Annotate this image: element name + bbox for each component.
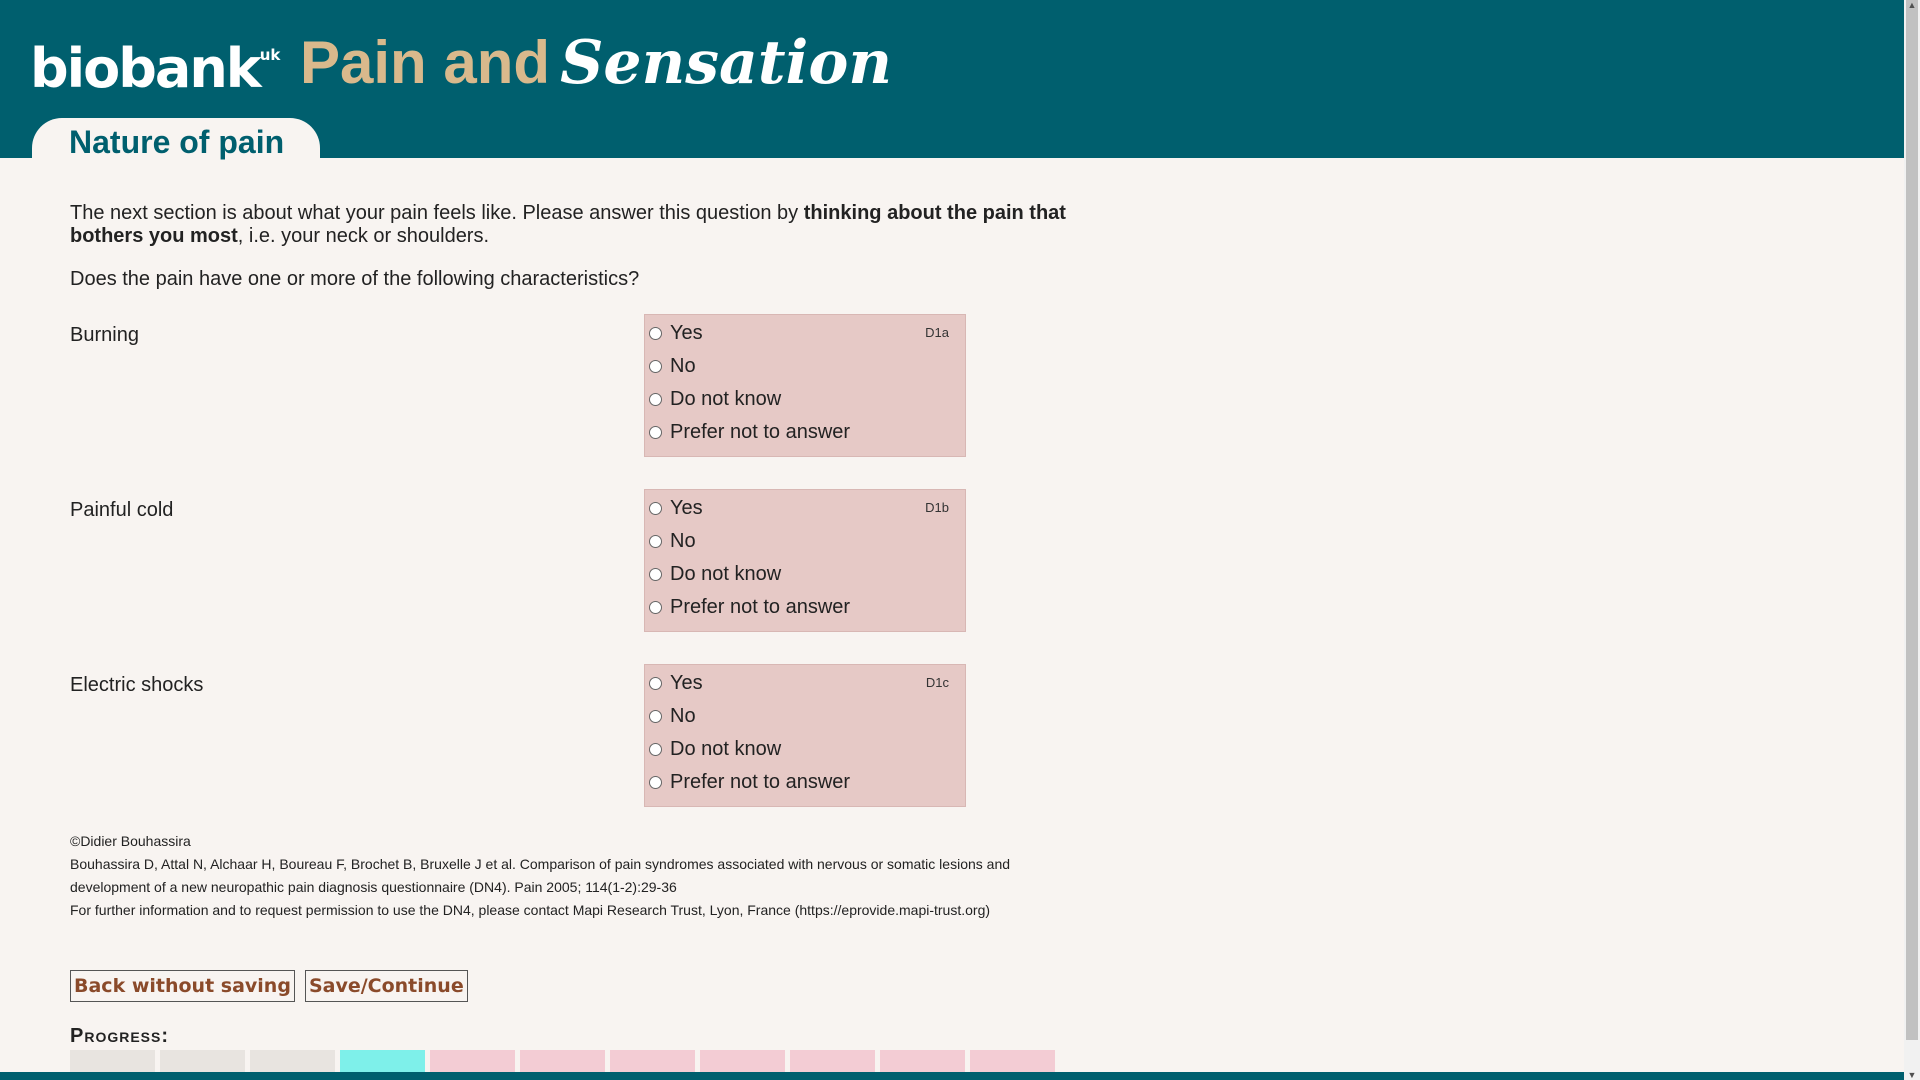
radio-button-icon[interactable] bbox=[649, 676, 662, 690]
option-label: Yes bbox=[670, 496, 703, 519]
option-label: No bbox=[670, 529, 696, 552]
progress-segment bbox=[700, 1050, 785, 1074]
action-buttons: Back without saving Save/Continue bbox=[70, 970, 468, 1002]
option-label: Prefer not to answer bbox=[670, 770, 851, 793]
option-label: Yes bbox=[670, 321, 703, 344]
radio-button-icon[interactable] bbox=[649, 742, 662, 756]
progress-label: Progress: bbox=[70, 1025, 170, 1047]
option-label: No bbox=[670, 354, 696, 377]
answer-option[interactable]: Do not know bbox=[649, 734, 781, 764]
answer-option[interactable]: Prefer not to answer bbox=[649, 767, 850, 797]
answer-option[interactable]: Do not know bbox=[649, 559, 781, 589]
radio-button-icon[interactable] bbox=[649, 534, 662, 548]
progress-segment bbox=[70, 1050, 155, 1074]
radio-button-icon[interactable] bbox=[649, 775, 662, 789]
app-header: biobankuk Pain and Sensation Nature of pa… bbox=[0, 0, 1904, 160]
save-continue-button[interactable]: Save/Continue bbox=[304, 970, 468, 1002]
progress-segment bbox=[970, 1050, 1055, 1074]
answer-option[interactable]: Prefer not to answer bbox=[649, 417, 850, 447]
question-label: Burning bbox=[70, 324, 139, 346]
radio-button-icon[interactable] bbox=[649, 326, 662, 340]
question-text: Does the pain have one or more of the fo… bbox=[70, 268, 640, 290]
radio-button-icon[interactable] bbox=[649, 392, 662, 406]
vertical-scrollbar[interactable]: ▲ ▼ bbox=[1904, 0, 1920, 1080]
question-label: Painful cold bbox=[70, 499, 174, 521]
app-title: Pain and Sensation bbox=[300, 28, 892, 98]
radio-button-icon[interactable] bbox=[649, 501, 662, 515]
copyright-credits: ©Didier Bouhassira Bouhassira D, Attal N… bbox=[70, 833, 1011, 918]
progress-segment bbox=[430, 1050, 515, 1074]
radio-button-icon[interactable] bbox=[649, 709, 662, 723]
answer-option[interactable]: No bbox=[649, 701, 696, 731]
answer-option[interactable]: No bbox=[649, 526, 696, 556]
footer-bar bbox=[0, 1072, 1904, 1080]
progress-segment bbox=[340, 1050, 425, 1074]
scroll-up-icon[interactable]: ▲ bbox=[1904, 0, 1920, 10]
progress-segment bbox=[160, 1050, 245, 1074]
radio-button-icon[interactable] bbox=[649, 359, 662, 373]
option-label: Yes bbox=[670, 671, 703, 694]
answer-option[interactable]: No bbox=[649, 351, 696, 381]
progress-segment bbox=[610, 1050, 695, 1074]
progress-segment bbox=[520, 1050, 605, 1074]
question-label: Electric shocks bbox=[70, 674, 204, 696]
answer-options-box: D1c Yes No Do not know Prefer not to answer bbox=[644, 664, 966, 807]
progress-segment bbox=[880, 1050, 965, 1074]
radio-button-icon[interactable] bbox=[649, 567, 662, 581]
option-label: Prefer not to answer bbox=[670, 420, 851, 443]
option-label: No bbox=[670, 704, 696, 727]
radio-button-icon[interactable] bbox=[649, 600, 662, 614]
option-label: Do not know bbox=[670, 737, 782, 760]
biobank-logo: biobankuk bbox=[30, 37, 281, 100]
option-label: Do not know bbox=[670, 387, 782, 410]
option-label: Prefer not to answer bbox=[670, 595, 851, 618]
page-title: Nature of pain bbox=[69, 124, 285, 160]
radio-button-icon[interactable] bbox=[649, 425, 662, 439]
question-code: D1b bbox=[925, 500, 949, 515]
answer-option[interactable]: Yes bbox=[649, 318, 703, 348]
progress-segment bbox=[790, 1050, 875, 1074]
progress-segment bbox=[250, 1050, 335, 1074]
answer-option[interactable]: Yes bbox=[649, 668, 703, 698]
question-code: D1c bbox=[925, 675, 949, 690]
back-without-saving-button[interactable]: Back without saving bbox=[70, 970, 295, 1002]
answer-option[interactable]: Yes bbox=[649, 493, 703, 523]
question-code: D1a bbox=[925, 325, 949, 340]
scroll-down-icon[interactable]: ▼ bbox=[1904, 1070, 1920, 1080]
answer-options-box: D1b Yes No Do not know Prefer not to answer bbox=[644, 489, 966, 632]
page-tab: Nature of pain bbox=[32, 118, 320, 160]
answer-option[interactable]: Do not know bbox=[649, 384, 781, 414]
option-label: Do not know bbox=[670, 562, 782, 585]
questionnaire-content: The next section is about what your pain… bbox=[70, 202, 1080, 1074]
intro-text: The next section is about what your pain… bbox=[70, 202, 1066, 247]
answer-option[interactable]: Prefer not to answer bbox=[649, 592, 850, 622]
answer-options-box: D1a Yes No Do not know Prefer not to answer bbox=[644, 314, 966, 457]
scrollbar-thumb[interactable] bbox=[1906, 0, 1918, 1040]
progress-bar bbox=[70, 1050, 1055, 1074]
